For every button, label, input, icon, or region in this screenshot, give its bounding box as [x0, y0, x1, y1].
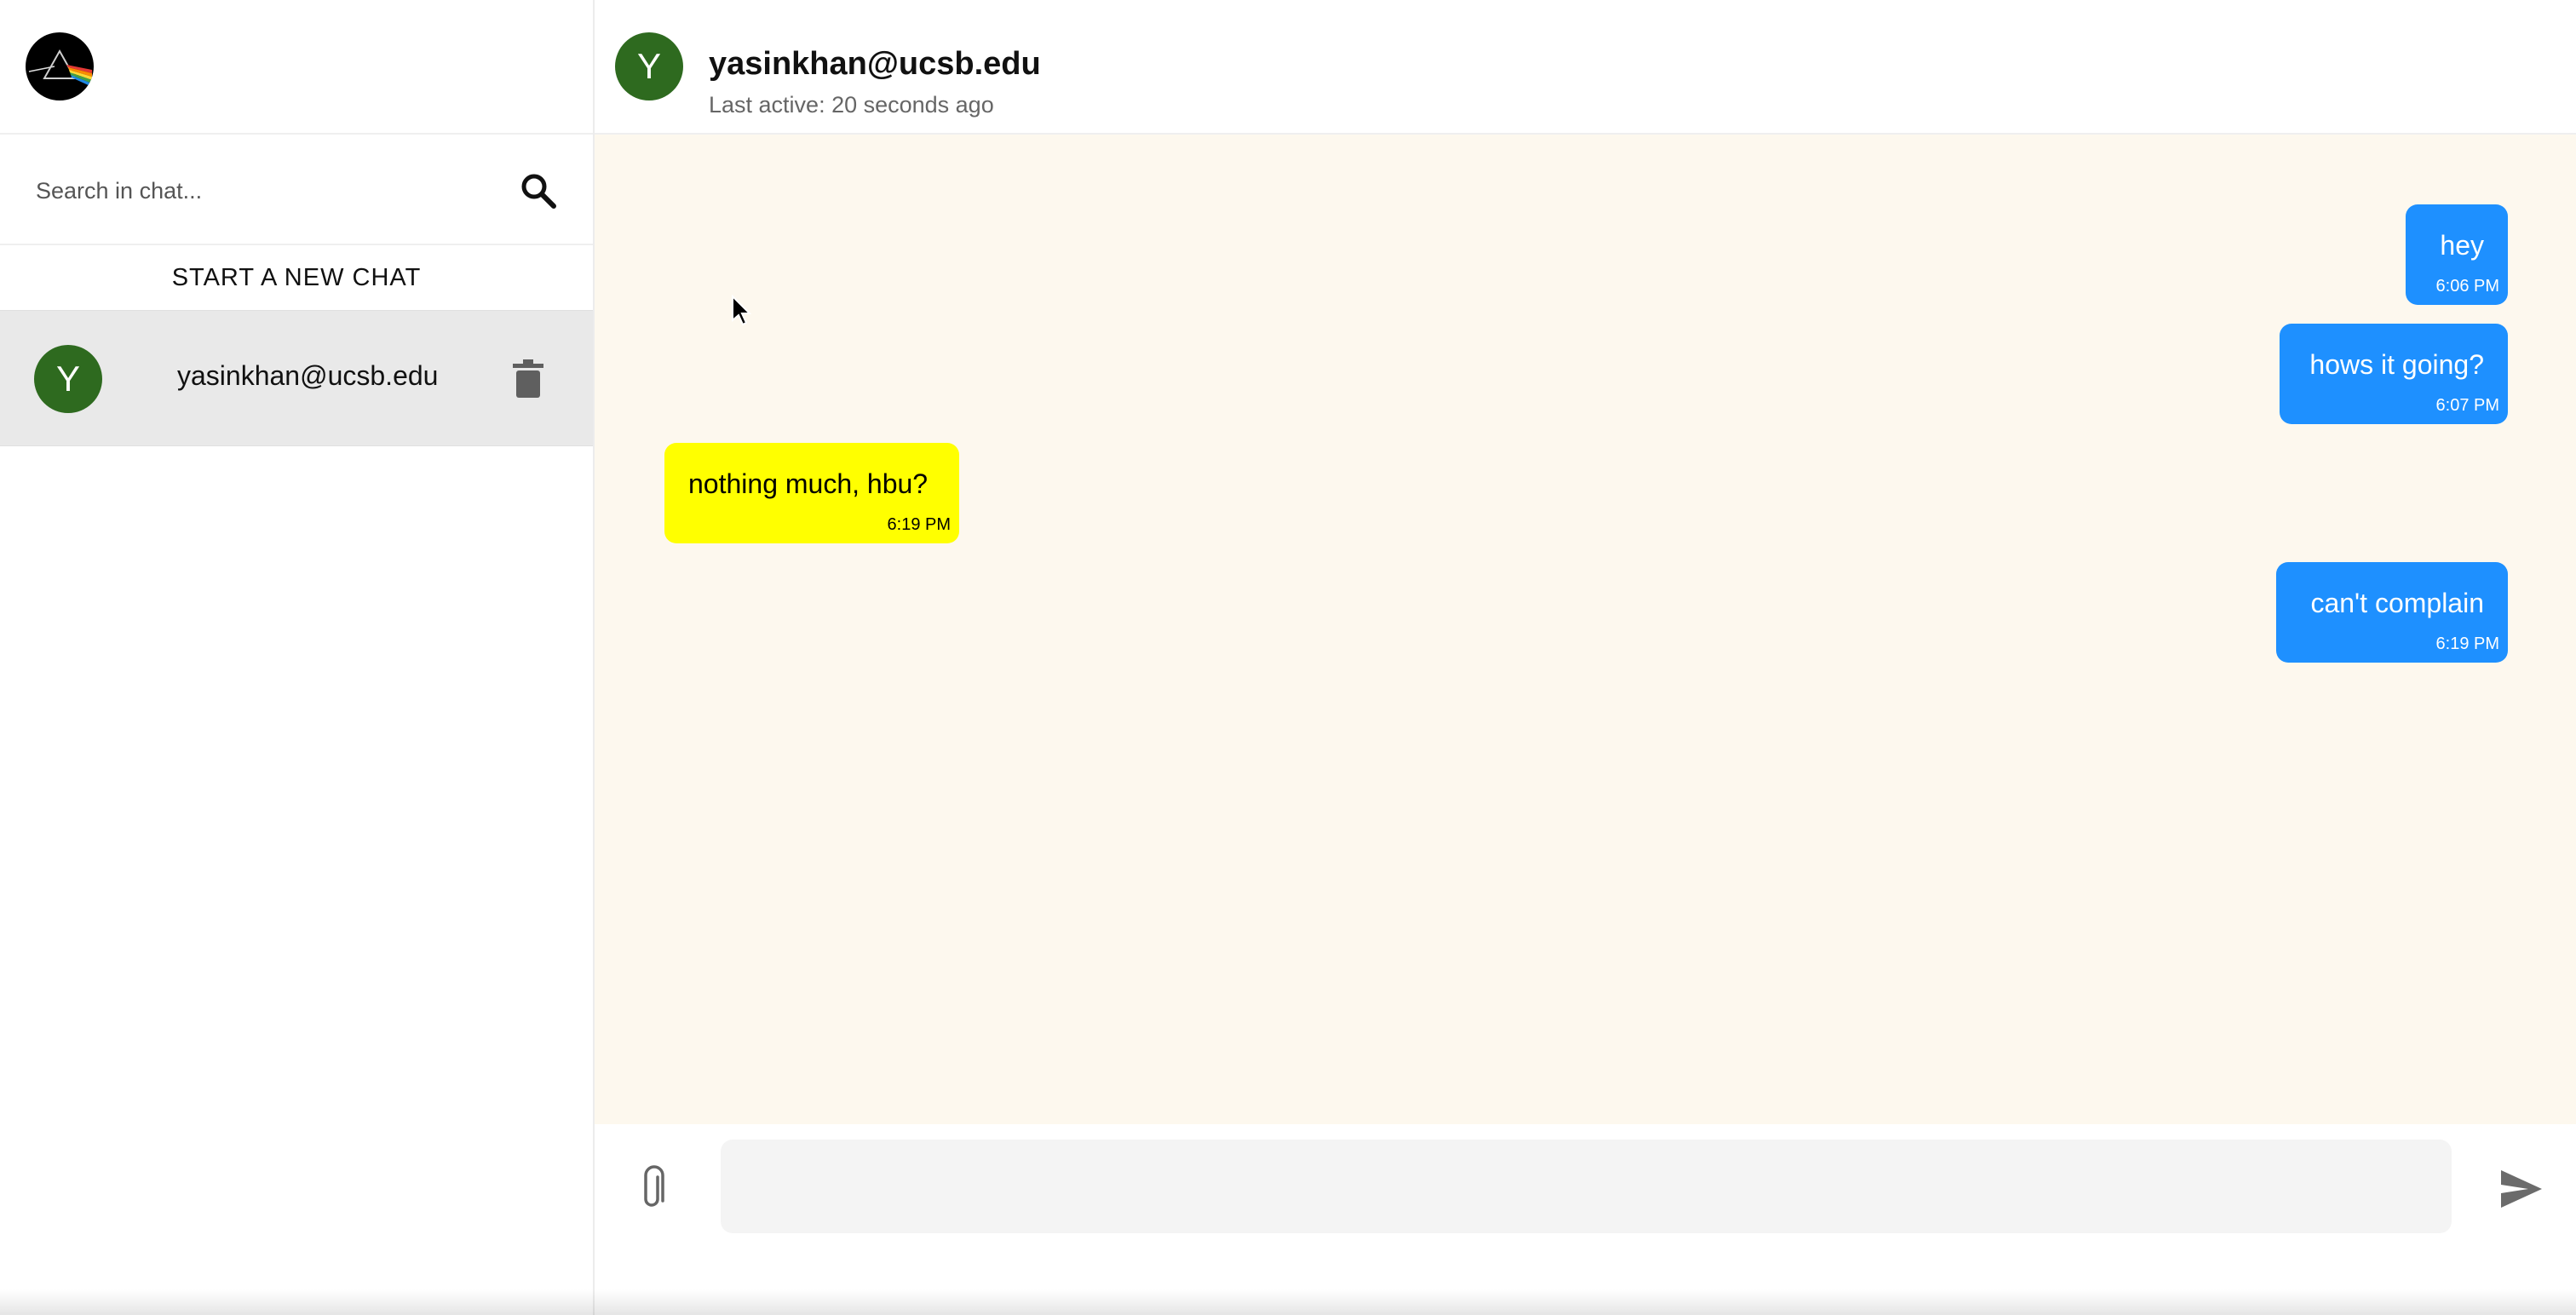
- chat-list-item[interactable]: Y yasinkhan@ucsb.edu: [0, 310, 593, 446]
- chat-header: Y yasinkhan@ucsb.edu Last active: 20 sec…: [595, 0, 2576, 135]
- message-bubble: hows it going? 6:07 PM: [2280, 324, 2508, 424]
- message-list: hey 6:06 PM hows it going? 6:07 PM nothi…: [595, 135, 2576, 1124]
- chat-app: START A NEW CHAT Y yasinkhan@ucsb.edu Y …: [0, 0, 2576, 1315]
- avatar: Y: [34, 345, 102, 413]
- search-icon[interactable]: [518, 170, 559, 211]
- message-composer: [595, 1124, 2576, 1315]
- message-time: 6:06 PM: [2435, 277, 2499, 296]
- send-icon[interactable]: [2499, 1169, 2544, 1209]
- message-input[interactable]: [721, 1140, 2452, 1233]
- message-time: 6:07 PM: [2435, 396, 2499, 415]
- paperclip-icon[interactable]: [635, 1165, 670, 1213]
- message-time: 6:19 PM: [887, 515, 951, 534]
- message-bubble: nothing much, hbu? 6:19 PM: [664, 443, 959, 543]
- mouse-cursor-icon: [731, 294, 752, 327]
- sidebar: START A NEW CHAT Y yasinkhan@ucsb.edu: [0, 0, 595, 1315]
- message-text: hows it going?: [2309, 349, 2484, 380]
- last-active-status: Last active: 20 seconds ago: [709, 92, 994, 118]
- trash-icon[interactable]: [511, 359, 545, 399]
- search-input[interactable]: [36, 165, 479, 216]
- bottom-edge-shadow: [0, 1289, 2576, 1315]
- contact-name: yasinkhan@ucsb.edu: [709, 46, 1041, 82]
- message-bubble: hey 6:06 PM: [2406, 204, 2508, 305]
- message-bubble: can't complain 6:19 PM: [2276, 562, 2508, 663]
- message-text: nothing much, hbu?: [688, 468, 929, 499]
- avatar: Y: [615, 32, 683, 100]
- chat-panel: Y yasinkhan@ucsb.edu Last active: 20 sec…: [595, 0, 2576, 1315]
- chat-item-name: yasinkhan@ucsb.edu: [177, 360, 439, 391]
- sidebar-header: [0, 0, 593, 135]
- start-new-chat-button[interactable]: START A NEW CHAT: [0, 245, 593, 310]
- message-text: can't complain: [2310, 588, 2484, 618]
- message-time: 6:19 PM: [2435, 635, 2499, 653]
- prism-logo-icon[interactable]: [26, 32, 94, 100]
- search-bar: [0, 135, 593, 245]
- message-text: hey: [2440, 230, 2484, 261]
